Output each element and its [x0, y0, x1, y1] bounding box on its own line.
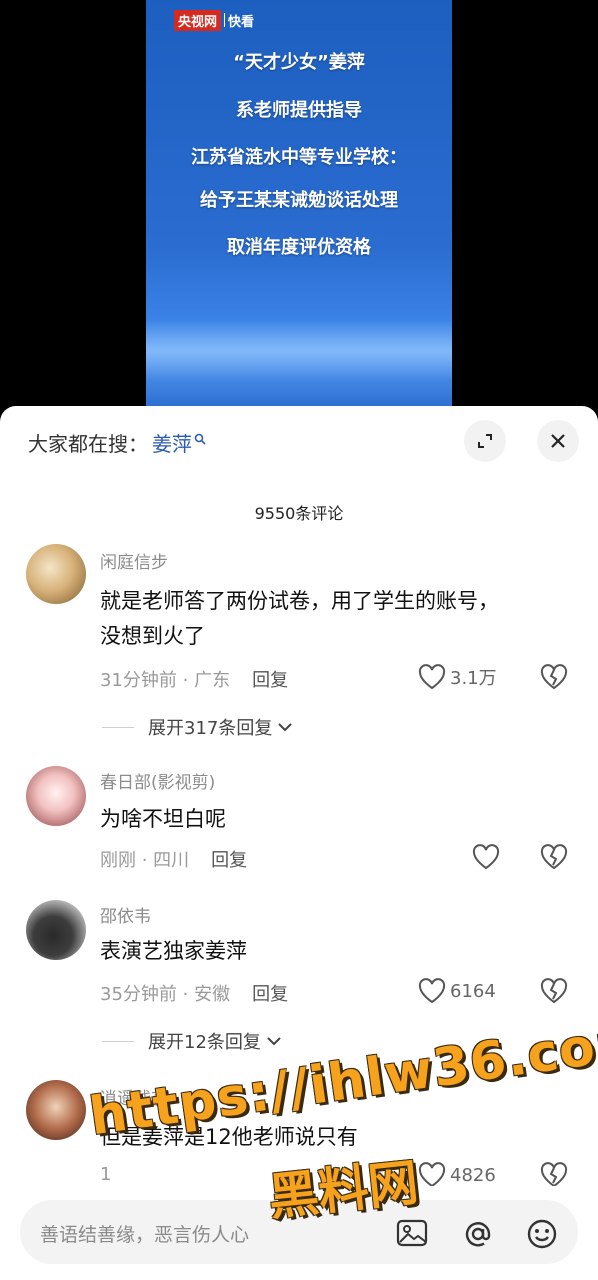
logo-text: 快看	[228, 14, 255, 30]
comment-text-line: 表演艺独家姜萍	[100, 939, 247, 963]
search-icon	[194, 433, 206, 445]
heart-icon	[418, 664, 446, 690]
expand-replies[interactable]: 展开12条回复	[102, 1028, 283, 1054]
comment-text-line: 就是老师答了两份试卷，用了学生的账号，	[100, 589, 499, 613]
video-line-4: 给予王某某诫勉谈话处理	[200, 190, 398, 211]
close-button[interactable]	[537, 420, 579, 462]
video-line-1: “天才少女”姜萍	[233, 52, 365, 73]
image-icon[interactable]	[396, 1218, 428, 1248]
broken-heart-icon[interactable]	[540, 1162, 568, 1188]
close-icon	[551, 434, 565, 448]
hot-search[interactable]: 大家都在搜： 姜萍	[28, 428, 206, 457]
reply-button[interactable]: 回复	[211, 846, 247, 872]
expand-replies[interactable]: 展开317条回复	[102, 714, 294, 740]
comment-sheet: 大家都在搜： 姜萍 9550条评论 闲庭信步 就是老师答了两份试卷，用了学生的账…	[0, 406, 598, 1280]
video-light-band	[146, 320, 452, 380]
video-line-3: 江苏省涟水中等专业学校：	[191, 147, 407, 168]
video-line-2: 系老师提供指导	[236, 100, 362, 121]
cctv-logo: 央视网 快看	[174, 9, 255, 31]
comment-meta: 31分钟前 · 广东 回复	[100, 666, 288, 692]
at-icon[interactable]	[462, 1218, 494, 1250]
like-count: 4826	[450, 1164, 496, 1186]
chevron-down-icon	[267, 1037, 281, 1046]
comment-meta: 35分钟前 · 安徽 回复	[100, 980, 288, 1006]
broken-heart-icon[interactable]	[540, 844, 568, 870]
like-count: 3.1万	[450, 668, 497, 689]
expand-icon	[478, 434, 492, 448]
avatar[interactable]	[26, 1080, 86, 1140]
reply-button[interactable]: 回复	[252, 980, 288, 1006]
broken-heart-icon[interactable]	[540, 978, 568, 1004]
divider-line	[102, 1040, 134, 1042]
reply-button[interactable]: 回复	[252, 666, 288, 692]
comment-meta: 刚刚 · 四川 回复	[100, 846, 247, 872]
logo-separator	[224, 13, 226, 27]
chevron-down-icon	[278, 723, 293, 732]
search-keyword[interactable]: 姜萍	[152, 428, 192, 457]
like-button[interactable]	[472, 844, 504, 870]
expand-replies-label: 展开12条回复	[148, 1032, 261, 1053]
comment-time-location: 35分钟前 · 安徽	[100, 984, 231, 1005]
like-button[interactable]: 4826	[418, 1162, 496, 1188]
emoji-icon[interactable]	[526, 1218, 558, 1250]
expand-button[interactable]	[464, 420, 506, 462]
comment-time-location: 31分钟前 · 广东	[100, 670, 231, 691]
comment-username[interactable]: 春日部(影视剪)	[100, 768, 215, 793]
comment-meta: 1	[100, 1164, 111, 1185]
heart-icon	[418, 978, 446, 1004]
comment-time-location: 刚刚 · 四川	[100, 850, 190, 871]
avatar[interactable]	[26, 544, 86, 604]
heart-icon	[472, 844, 500, 870]
input-placeholder: 善语结善缘，恶言伤人心	[40, 1224, 250, 1246]
broken-heart-icon[interactable]	[540, 664, 568, 690]
heart-icon	[418, 1162, 446, 1188]
comment-time-location: 1	[100, 1164, 112, 1185]
comment-count: 9550条评论	[254, 504, 344, 523]
video-line-5: 取消年度评优资格	[227, 237, 371, 258]
comment-username[interactable]: 闲庭信步	[100, 548, 168, 573]
avatar[interactable]	[26, 766, 86, 826]
divider-line	[102, 726, 134, 728]
like-count: 6164	[450, 980, 496, 1002]
expand-replies-label: 展开317条回复	[148, 718, 273, 739]
comment-text-line: 为啥不坦白呢	[100, 807, 226, 831]
like-button[interactable]: 3.1万	[418, 664, 497, 690]
comment-text-line: 没想到火了	[100, 624, 205, 648]
comment-username[interactable]: 邵依韦	[100, 902, 151, 927]
avatar[interactable]	[26, 900, 86, 960]
search-prefix: 大家都在搜：	[28, 432, 148, 456]
logo-red: 央视网	[174, 9, 222, 31]
like-button[interactable]: 6164	[418, 978, 496, 1004]
